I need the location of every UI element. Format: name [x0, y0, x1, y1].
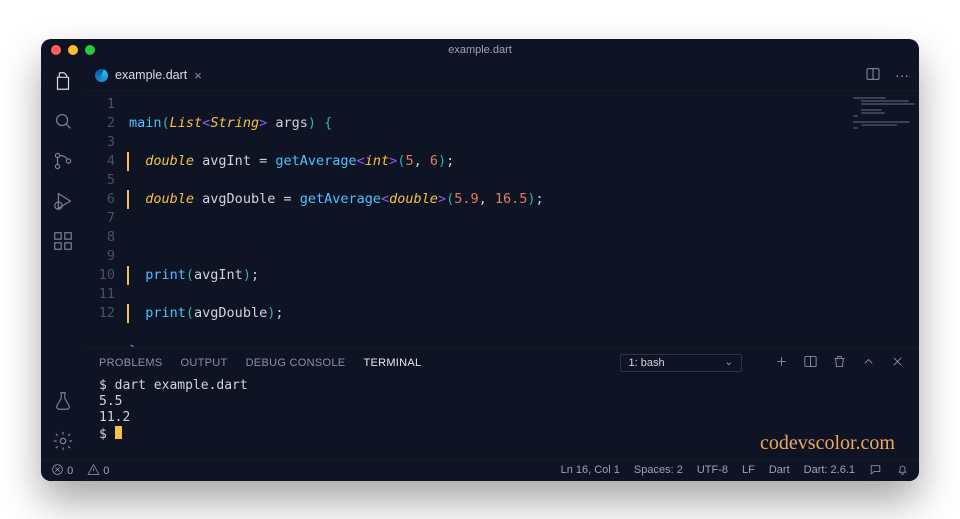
- minimize-window-button[interactable]: [68, 45, 78, 55]
- status-encoding[interactable]: UTF-8: [697, 464, 728, 476]
- split-editor-icon[interactable]: [865, 66, 881, 85]
- panel-tab-problems[interactable]: PROBLEMS: [99, 357, 163, 369]
- explorer-icon[interactable]: [51, 69, 75, 93]
- notifications-bell-icon[interactable]: [896, 463, 909, 477]
- panel-tab-debug[interactable]: DEBUG CONSOLE: [246, 357, 346, 369]
- extensions-icon[interactable]: [51, 229, 75, 253]
- code-content[interactable]: main(List<String> args) { double avgInt …: [129, 91, 560, 347]
- search-icon[interactable]: [51, 109, 75, 133]
- feedback-icon[interactable]: [869, 463, 882, 477]
- terminal-selector[interactable]: 1: bash ⌄: [620, 354, 742, 372]
- window-controls: [51, 45, 95, 55]
- source-control-icon[interactable]: [51, 149, 75, 173]
- split-terminal-icon[interactable]: [803, 354, 818, 372]
- status-bar: 0 0 Ln 16, Col 1 Spaces: 2 UTF-8 LF Dart…: [41, 459, 919, 481]
- chevron-down-icon: ⌄: [725, 357, 733, 368]
- window-title: example.dart: [41, 44, 919, 56]
- bottom-panel: PROBLEMS OUTPUT DEBUG CONSOLE TERMINAL 1…: [85, 347, 919, 459]
- terminal-content[interactable]: $ dart example.dart 5.5 11.2 $: [85, 378, 919, 459]
- tab-example-dart[interactable]: example.dart ×: [85, 61, 212, 90]
- panel-tab-terminal[interactable]: TERMINAL: [363, 357, 421, 369]
- status-errors[interactable]: 0: [51, 463, 73, 477]
- tab-label: example.dart: [115, 68, 187, 82]
- dart-file-icon: [93, 67, 110, 84]
- new-terminal-icon[interactable]: [774, 354, 789, 372]
- minimap[interactable]: [847, 91, 919, 347]
- debug-icon[interactable]: [51, 189, 75, 213]
- status-eol[interactable]: LF: [742, 464, 755, 476]
- status-warnings[interactable]: 0: [87, 463, 109, 477]
- status-sdk[interactable]: Dart: 2.6.1: [804, 464, 855, 476]
- status-lang[interactable]: Dart: [769, 464, 790, 476]
- settings-gear-icon[interactable]: [51, 429, 75, 453]
- terminal-cursor: [115, 426, 122, 439]
- vscode-window: example.dart: [41, 39, 919, 481]
- maximize-panel-icon[interactable]: [861, 354, 876, 372]
- panel-tab-output[interactable]: OUTPUT: [181, 357, 228, 369]
- editor-actions: ···: [865, 61, 919, 90]
- close-tab-icon[interactable]: ×: [194, 68, 202, 83]
- activity-bar: [41, 61, 85, 459]
- zoom-window-button[interactable]: [85, 45, 95, 55]
- more-actions-icon[interactable]: ···: [895, 67, 909, 83]
- status-cursor[interactable]: Ln 16, Col 1: [561, 464, 620, 476]
- kill-terminal-icon[interactable]: [832, 354, 847, 372]
- close-window-button[interactable]: [51, 45, 61, 55]
- close-panel-icon[interactable]: [890, 354, 905, 372]
- status-spaces[interactable]: Spaces: 2: [634, 464, 683, 476]
- testing-icon[interactable]: [51, 389, 75, 413]
- line-gutter: 123 456 789 101112: [85, 91, 129, 347]
- editor-tabs: example.dart × ···: [85, 61, 919, 91]
- editor-area: 123 456 789 101112 main(List<String> arg…: [85, 91, 919, 347]
- terminal-selector-label: 1: bash: [629, 357, 665, 369]
- titlebar: example.dart: [41, 39, 919, 61]
